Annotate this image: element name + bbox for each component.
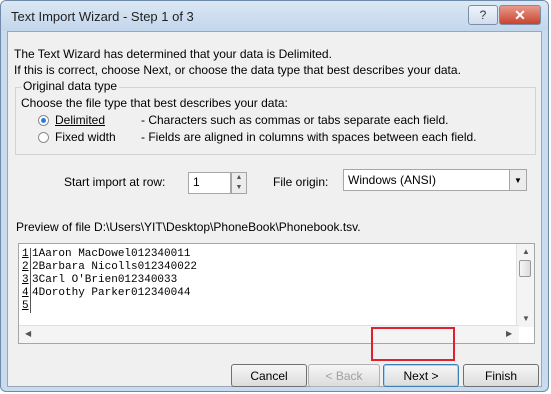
chevron-down-icon[interactable]: ▼ [509, 170, 526, 190]
start-import-row-spinner[interactable]: ▲ ▼ [231, 172, 247, 194]
preview-row-text: 3Carl O'Brien012340033 [32, 274, 178, 286]
spin-down-icon[interactable]: ▼ [232, 183, 246, 193]
start-import-row-input[interactable]: 1 [188, 172, 231, 194]
next-button-highlight [371, 327, 455, 361]
back-button[interactable]: < Back [308, 364, 380, 387]
file-origin-select[interactable]: Windows (ANSI) ▼ [343, 169, 527, 191]
dialog-title: Text Import Wizard - Step 1 of 3 [11, 9, 194, 24]
help-button[interactable]: ? [468, 5, 498, 25]
preview-row-number: 5 [22, 300, 31, 313]
dialog-body: The Text Wizard has determined that your… [7, 31, 542, 387]
vertical-scroll-thumb[interactable] [519, 260, 531, 277]
scroll-down-icon[interactable]: ▼ [522, 314, 530, 323]
scroll-left-icon[interactable]: ◀ [25, 329, 31, 338]
file-preview-pane[interactable]: 1 1Aaron MacDowel012340011 2 2Barbara Ni… [18, 243, 535, 344]
scroll-right-icon[interactable]: ▶ [506, 329, 512, 338]
next-button-label: Next > [403, 368, 439, 383]
preview-vertical-scrollbar[interactable]: ▲ ▼ [516, 244, 534, 327]
intro-line-1: The Text Wizard has determined that your… [14, 47, 332, 61]
original-data-type-label: Original data type [21, 79, 120, 93]
preview-label: Preview of file D:\Users\YIT\Desktop\Pho… [16, 220, 361, 234]
fixed-width-description: - Fields are aligned in columns with spa… [141, 130, 477, 144]
cancel-button[interactable]: Cancel [231, 364, 307, 387]
close-icon: ✕ [514, 6, 526, 23]
preview-row-text: 2Barbara Nicolls012340022 [32, 261, 198, 273]
scroll-up-icon[interactable]: ▲ [522, 247, 530, 256]
start-import-label: Start import at row: [64, 175, 166, 189]
spin-up-icon[interactable]: ▲ [232, 173, 246, 183]
preview-row: 5 [22, 300, 197, 313]
preview-row: 2 2Barbara Nicolls012340022 [22, 261, 197, 274]
text-import-wizard-dialog: Text Import Wizard - Step 1 of 3 ? ✕ The… [0, 0, 549, 392]
delimited-label[interactable]: Delimited [55, 113, 105, 127]
preview-row-number: 1 [22, 248, 31, 261]
start-import-row-value: 1 [193, 175, 200, 189]
cancel-button-label: Cancel [250, 368, 288, 383]
finish-button-label: Finish [484, 368, 517, 383]
next-button[interactable]: Next > [383, 364, 459, 387]
file-origin-label: File origin: [273, 175, 329, 189]
help-icon: ? [479, 8, 487, 22]
finish-button[interactable]: Finish [463, 364, 539, 387]
preview-row-number: 3 [22, 274, 31, 287]
preview-row: 4 4Dorothy Parker012340044 [22, 287, 197, 300]
delimited-label-text: Delimited [55, 113, 106, 127]
delimited-description: - Characters such as commas or tabs sepa… [141, 113, 449, 127]
delimited-radio[interactable] [38, 115, 49, 126]
fixed-width-label[interactable]: Fixed width [55, 130, 116, 144]
preview-row-text: 4Dorothy Parker012340044 [32, 287, 191, 299]
file-origin-value: Windows (ANSI) [348, 173, 437, 187]
preview-rows: 1 1Aaron MacDowel012340011 2 2Barbara Ni… [22, 248, 197, 313]
file-type-prompt: Choose the file type that best describes… [21, 96, 288, 110]
preview-row-number: 2 [22, 261, 31, 274]
preview-row-text: 1Aaron MacDowel012340011 [32, 248, 191, 260]
preview-row-text [31, 300, 32, 313]
back-button-label: < Back [325, 368, 363, 383]
preview-row: 1 1Aaron MacDowel012340011 [22, 248, 197, 261]
fixed-width-radio[interactable] [38, 132, 49, 143]
close-button[interactable]: ✕ [499, 5, 541, 25]
title-bar[interactable]: Text Import Wizard - Step 1 of 3 ? ✕ [1, 1, 548, 31]
preview-row: 3 3Carl O'Brien012340033 [22, 274, 197, 287]
preview-row-number: 4 [22, 287, 31, 300]
intro-line-2: If this is correct, choose Next, or choo… [14, 63, 461, 77]
